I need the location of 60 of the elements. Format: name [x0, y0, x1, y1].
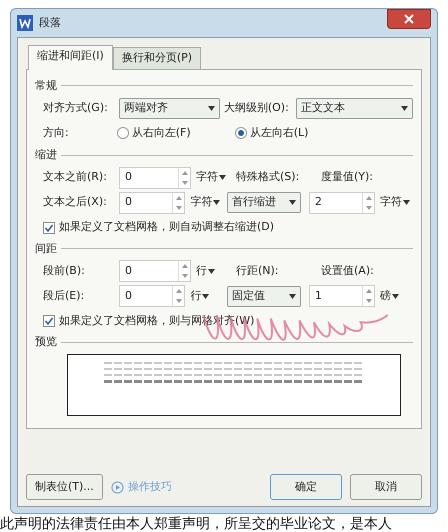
unit-dropdown[interactable]: 磅 — [380, 288, 414, 304]
caret-icon — [288, 200, 296, 205]
tab[interactable]: 缩进和间距(I) — [28, 45, 113, 70]
field-label: 特殊格式(S): — [236, 169, 300, 186]
dropdown[interactable]: 正文文本 — [296, 98, 413, 118]
dropdown[interactable]: 首行缩进 — [227, 192, 301, 213]
number-field[interactable]: 2 — [308, 192, 376, 214]
cancel-button[interactable]: 取消 — [350, 474, 422, 500]
unit-dropdown[interactable]: 字符 — [190, 194, 224, 211]
field-label: 行距(N): — [236, 262, 280, 279]
checkbox-label: 如果定义了文档网格，则与网格对齐(W) — [59, 312, 254, 329]
field-label: 度量值(Y): — [321, 169, 374, 186]
caret-icon — [202, 294, 210, 298]
caret-icon — [401, 106, 408, 110]
app-logo-icon — [17, 15, 33, 31]
radio-label: 从右向左(F) — [132, 124, 191, 141]
unit-dropdown[interactable]: 字符 — [380, 194, 414, 211]
number-field[interactable]: 0 — [119, 192, 186, 214]
caret-icon — [392, 294, 400, 298]
field-label: 段后(E): — [43, 288, 86, 304]
field-label: 大纲级别(O): — [224, 100, 290, 116]
unit-dropdown[interactable]: 行 — [196, 262, 232, 280]
caret-icon — [219, 175, 226, 180]
field-label: 段前(B): — [43, 262, 86, 279]
radio-label: 从左向右(L) — [250, 124, 308, 141]
caret-icon — [213, 200, 220, 205]
field-label: 方向: — [43, 124, 70, 141]
dropdown[interactable]: 两端对齐 — [119, 98, 220, 118]
section-title: 预览 — [35, 334, 57, 350]
field-label: 文本之前(R): — [43, 169, 108, 186]
caret-icon — [208, 268, 215, 274]
field-label: 文本之后(X): — [43, 194, 108, 210]
checkbox[interactable] — [43, 315, 55, 327]
dropdown[interactable]: 固定值 — [227, 286, 301, 306]
number-field[interactable]: 1 — [308, 285, 376, 307]
checkbox[interactable] — [43, 222, 55, 234]
number-field[interactable]: 0 — [119, 285, 186, 307]
caret-icon — [403, 200, 410, 205]
field-label: 对齐方式(G): — [43, 100, 109, 116]
section-title: 缩进 — [35, 147, 57, 163]
play-icon — [110, 480, 124, 494]
tabs-button[interactable]: 制表位(T)... — [26, 474, 103, 500]
radio-button[interactable] — [117, 127, 129, 139]
close-button[interactable] — [387, 9, 431, 29]
section-title: 间距 — [35, 240, 57, 256]
unit-dropdown[interactable]: 行 — [190, 288, 224, 304]
radio-button[interactable] — [235, 127, 247, 139]
document-text: 此声明的法律责任由本人郑重声明，所呈交的毕业论文，是本人 — [0, 516, 392, 532]
number-field[interactable]: 0 — [119, 260, 191, 282]
caret-icon — [208, 106, 215, 110]
caret-icon — [288, 294, 296, 298]
window-title: 段落 — [39, 14, 61, 31]
checkbox-label: 如果定义了文档网格，则自动调整右缩进(D) — [59, 219, 274, 236]
field-label: 设置值(A): — [321, 262, 375, 279]
tab[interactable]: 换行和分页(P) — [112, 47, 202, 68]
number-field[interactable]: 0 — [119, 166, 191, 188]
unit-dropdown[interactable]: 字符 — [196, 169, 232, 186]
ok-button[interactable]: 确定 — [270, 474, 342, 500]
close-icon — [404, 14, 414, 24]
section-title: 常规 — [35, 78, 57, 94]
